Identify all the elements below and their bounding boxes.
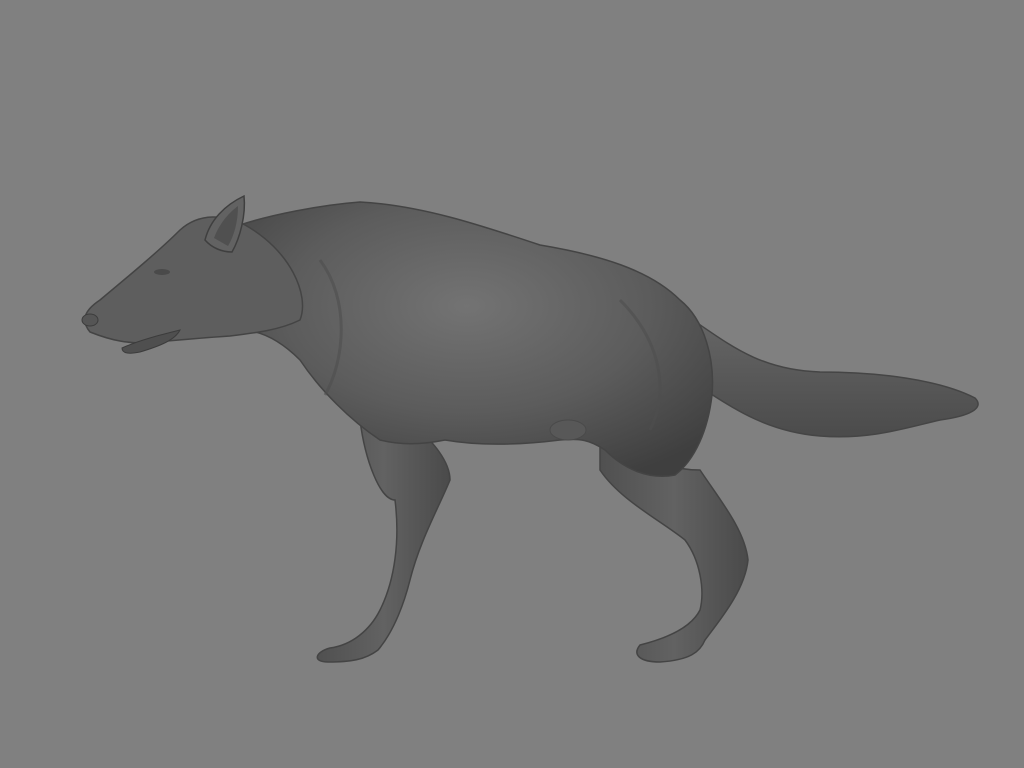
3d-viewport[interactable] xyxy=(0,0,1024,768)
wolf-front-leg xyxy=(316,419,451,663)
wolf-nose xyxy=(81,313,99,327)
wolf-eye xyxy=(154,269,170,275)
wolf-body xyxy=(239,201,714,477)
wolf-belly-detail xyxy=(549,419,587,441)
wolf-tail xyxy=(688,316,979,438)
wolf-sculpt-model[interactable] xyxy=(0,0,1024,768)
